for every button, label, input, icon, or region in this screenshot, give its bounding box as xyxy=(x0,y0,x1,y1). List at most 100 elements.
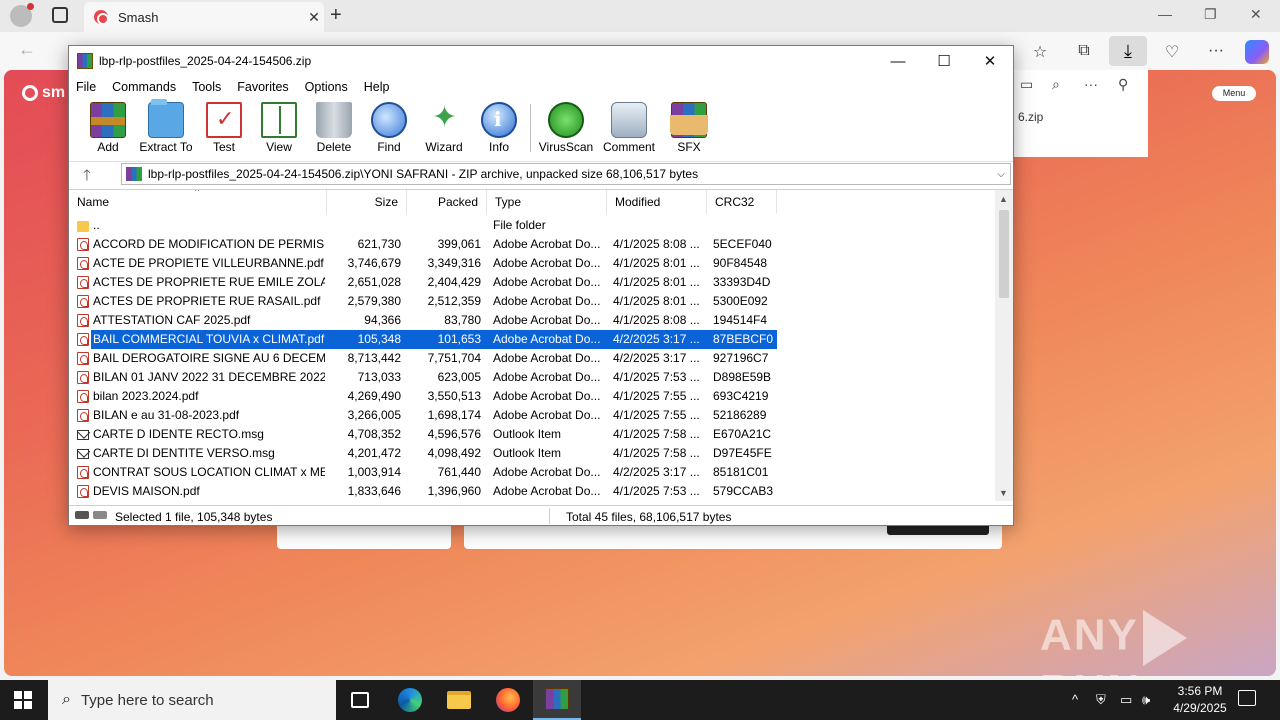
defender-tray-icon[interactable]: ⛨ xyxy=(1096,692,1106,708)
vertical-scrollbar[interactable]: ▲ ▼ xyxy=(995,190,1013,501)
browser-minimize-icon[interactable]: — xyxy=(1158,6,1172,22)
file-packed: 3,550,513 xyxy=(427,389,481,403)
toolbar-delete-button[interactable]: Delete xyxy=(305,102,363,154)
up-one-level-icon[interactable]: 🡑 xyxy=(83,165,91,190)
add-archive-icon xyxy=(90,102,126,138)
profile-avatar[interactable] xyxy=(10,3,34,27)
browser-essentials-icon[interactable]: ♡ xyxy=(1158,42,1186,64)
file-row[interactable]: BILAN 01 JANV 2022 31 DECEMBRE 2022.pdf 7… xyxy=(69,368,777,387)
new-tab-icon[interactable]: + xyxy=(330,4,342,27)
more-options-icon[interactable]: ··· xyxy=(1202,42,1230,64)
pdf-file-icon xyxy=(77,485,89,498)
column-header-type[interactable]: Type xyxy=(487,190,607,214)
file-row[interactable]: ACCORD DE MODIFICATION DE PERMIS.pdf 621,… xyxy=(69,235,777,254)
file-row[interactable]: CONTRAT SOUS LOCATION CLIMAT x ME... 1,00… xyxy=(69,463,777,482)
favorites-star-icon[interactable]: ☆ xyxy=(1026,42,1054,64)
toolbar-virusscan-button[interactable]: VirusScan xyxy=(537,102,595,154)
taskbar-explorer-button[interactable] xyxy=(435,680,483,720)
taskbar-firefox-button[interactable] xyxy=(484,680,532,720)
path-combobox[interactable]: lbp-rlp-postfiles_2025-04-24-154506.zip\… xyxy=(121,163,1011,185)
taskbar-search-box[interactable]: ⌕ Type here to search xyxy=(48,680,336,720)
toolbar-extract-to-button[interactable]: Extract To xyxy=(137,99,195,154)
column-header-size[interactable]: Size xyxy=(327,190,407,214)
menu-favorites[interactable]: Favorites xyxy=(237,80,288,94)
search-downloads-icon[interactable]: ⌕ xyxy=(1052,76,1060,93)
download-item-filename[interactable]: 6.zip xyxy=(1018,110,1043,124)
clock-time: 3:56 PM xyxy=(1177,684,1223,698)
pin-icon[interactable]: ⚲ xyxy=(1118,76,1128,93)
collections-icon[interactable]: ⧉ xyxy=(1070,42,1098,64)
menu-commands[interactable]: Commands xyxy=(112,80,176,94)
column-header-packed[interactable]: Packed xyxy=(407,190,487,214)
taskbar-winrar-button[interactable] xyxy=(533,680,581,720)
notification-center-icon[interactable] xyxy=(1238,690,1256,706)
open-folder-icon[interactable]: ▭ xyxy=(1020,76,1033,93)
windows-start-icon[interactable] xyxy=(14,691,32,709)
file-modified: 4/2/2025 3:17 ... xyxy=(613,332,700,346)
browser-tab-smash[interactable]: Smash ✕ xyxy=(84,2,324,32)
toolbar-sfx-button[interactable]: SFX xyxy=(660,102,718,154)
winrar-toolbar: Add Extract To Test View Delete Find Wizard Inf… xyxy=(69,98,1013,158)
file-modified: 4/1/2025 7:53 ... xyxy=(613,370,700,384)
browser-restore-icon[interactable]: ❐ xyxy=(1204,6,1217,23)
chevron-down-icon[interactable]: ⌵ xyxy=(992,169,1010,180)
toolbar-test-button[interactable]: Test xyxy=(195,102,253,154)
taskbar-edge-button[interactable] xyxy=(386,680,434,720)
menu-file[interactable]: File xyxy=(76,80,96,94)
file-row[interactable]: ACTES DE PROPRIETE RUE RASAIL.pdf 2,579,3… xyxy=(69,292,777,311)
toolbar-info-button[interactable]: Info xyxy=(470,102,528,154)
site-menu-button[interactable]: Menu xyxy=(1212,86,1256,101)
file-row[interactable]: CARTE D IDENTE RECTO.msg 4,708,352 4,596,5… xyxy=(69,425,777,444)
volume-icon[interactable]: 🕪 xyxy=(1142,692,1150,708)
file-row[interactable]: BILAN e au 31-08-2023.pdf 3,266,005 1,698,… xyxy=(69,406,777,425)
site-logo[interactable]: sm xyxy=(22,84,65,102)
toolbar-view-button[interactable]: View xyxy=(250,102,308,154)
column-header-name[interactable]: Name xyxy=(69,190,327,214)
file-row[interactable]: ATTESTATION CAF 2025.pdf 94,366 83,780 Adob… xyxy=(69,311,777,330)
file-row[interactable]: BAIL COMMERCIAL TOUVIA x CLIMAT.pdf 105,3… xyxy=(69,330,777,349)
menu-options[interactable]: Options xyxy=(305,80,348,94)
toolbar-comment-button[interactable]: Comment xyxy=(600,102,658,154)
file-row[interactable]: DEVIS MAISON.pdf 1,833,646 1,396,960 Adobe … xyxy=(69,482,777,501)
winrar-window-title: lbp-rlp-postfiles_2025-04-24-154506.zip xyxy=(99,54,312,68)
scroll-down-icon[interactable]: ▼ xyxy=(999,488,1008,498)
taskbar-clock[interactable]: 3:56 PM 4/29/2025 xyxy=(1160,683,1240,717)
file-row[interactable]: ACTES DE PROPRIETE RUE EMILE ZOLA.pdf 2,6… xyxy=(69,273,777,292)
maximize-icon[interactable]: ☐ xyxy=(921,52,967,70)
minimize-icon[interactable]: — xyxy=(875,53,921,70)
task-view-button[interactable] xyxy=(336,680,384,720)
scroll-thumb[interactable] xyxy=(999,210,1009,298)
file-size: 3,746,679 xyxy=(347,256,401,270)
toolbar-add-button[interactable]: Add xyxy=(79,102,137,154)
tab-actions-icon[interactable] xyxy=(52,7,68,23)
winrar-title-bar[interactable]: lbp-rlp-postfiles_2025-04-24-154506.zip … xyxy=(69,46,1013,76)
downloads-icon[interactable]: ⤓ xyxy=(1109,36,1147,66)
file-row[interactable]: BAIL DEROGATOIRE SIGNE AU 6 DECEMBR... 8,… xyxy=(69,349,777,368)
scroll-up-icon[interactable]: ▲ xyxy=(999,194,1008,204)
show-hidden-icons-icon[interactable]: ^ xyxy=(1072,692,1078,707)
file-type: Outlook Item xyxy=(493,446,562,460)
toolbar-find-button[interactable]: Find xyxy=(360,102,418,154)
file-row[interactable]: .. File folder xyxy=(69,216,777,235)
menu-help[interactable]: Help xyxy=(364,80,390,94)
close-icon[interactable]: ✕ xyxy=(967,52,1013,70)
file-type: Adobe Acrobat Do... xyxy=(493,408,601,422)
winrar-menu-bar: File Commands Tools Favorites Options Help xyxy=(69,76,1013,98)
file-size: 621,730 xyxy=(357,237,401,251)
network-icon[interactable]: ▭ xyxy=(1120,692,1132,708)
downloads-more-icon[interactable]: ··· xyxy=(1084,76,1098,92)
file-row[interactable]: CARTE DI DENTITE VERSO.msg 4,201,472 4,098… xyxy=(69,444,777,463)
copilot-icon[interactable] xyxy=(1245,40,1269,64)
file-type: File folder xyxy=(493,218,546,232)
menu-tools[interactable]: Tools xyxy=(192,80,221,94)
file-size: 105,348 xyxy=(357,332,401,346)
file-list-header: ^ Name Size Packed Type Modified CRC32 xyxy=(69,190,995,214)
toolbar-wizard-button[interactable]: Wizard xyxy=(415,100,473,154)
close-tab-icon[interactable]: ✕ xyxy=(304,9,324,26)
column-header-crc32[interactable]: CRC32 xyxy=(707,190,777,214)
file-row[interactable]: bilan 2023.2024.pdf 4,269,490 3,550,513 Ado… xyxy=(69,387,777,406)
browser-close-icon[interactable]: ✕ xyxy=(1250,6,1262,23)
column-header-modified[interactable]: Modified xyxy=(607,190,707,214)
file-row[interactable]: ACTE DE PROPIETE VILLEURBANNE.pdf 3,746,6… xyxy=(69,254,777,273)
back-arrow-icon[interactable]: ← xyxy=(18,39,36,60)
